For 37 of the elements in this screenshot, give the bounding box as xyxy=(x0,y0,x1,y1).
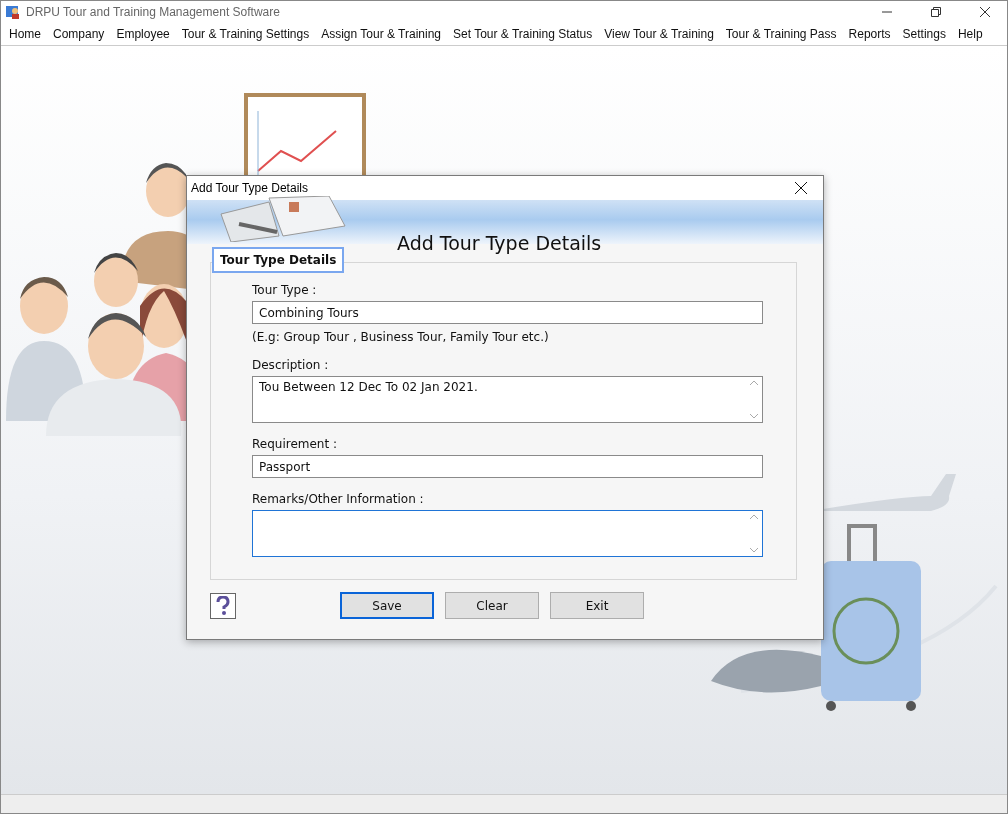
menu-item[interactable]: Tour & Training Settings xyxy=(175,25,316,43)
menu-item[interactable]: View Tour & Training xyxy=(598,25,720,43)
menu-item[interactable]: Assign Tour & Training xyxy=(315,25,447,43)
field-label: Description : xyxy=(252,358,330,372)
menu-item[interactable]: Set Tour & Training Status xyxy=(447,25,599,43)
menu-item[interactable]: Reports xyxy=(842,25,897,43)
dialog-title: Add Tour Type Details xyxy=(191,181,309,195)
text-area[interactable]: Tou Between 12 Dec To 02 Jan 2021. xyxy=(252,376,763,423)
menu-item[interactable]: Tour & Training Pass xyxy=(719,25,843,43)
close-icon xyxy=(980,7,990,17)
menu-item[interactable]: Home xyxy=(3,25,47,43)
scroll-down-icon[interactable] xyxy=(750,414,758,419)
dialog-heading: Add Tour Type Details xyxy=(397,232,602,254)
text-field[interactable]: Passport xyxy=(252,455,763,478)
notebook-pen-icon xyxy=(219,196,349,242)
group-title: Tour Type Details xyxy=(212,247,345,273)
menu-item[interactable]: Help xyxy=(951,25,989,43)
restore-icon xyxy=(931,7,941,17)
dialog-button[interactable]: Clear xyxy=(445,592,539,619)
field-label: Requirement : xyxy=(252,437,339,451)
menu-item[interactable]: Settings xyxy=(896,25,952,43)
scroll-down-icon[interactable] xyxy=(750,548,758,553)
app-icon xyxy=(5,4,21,20)
menu-item[interactable]: Company xyxy=(47,25,111,43)
field-hint: (E.g: Group Tour , Business Tour, Family Tour etc.) xyxy=(252,330,550,344)
text-area[interactable] xyxy=(252,510,763,557)
dialog-button[interactable]: Exit xyxy=(550,592,644,619)
dialog-button[interactable]: Save xyxy=(340,592,434,619)
field-label: Tour Type : xyxy=(252,283,318,297)
close-icon xyxy=(795,182,807,194)
field-label: Remarks/Other Information : xyxy=(252,492,425,506)
window-title: DRPU Tour and Training Management Software xyxy=(26,5,281,19)
help-button[interactable] xyxy=(210,592,236,619)
scroll-up-icon[interactable] xyxy=(750,514,758,519)
text-field[interactable]: Combining Tours xyxy=(252,301,763,324)
scroll-up-icon[interactable] xyxy=(750,380,758,385)
menu-item[interactable]: Employee xyxy=(110,25,176,43)
